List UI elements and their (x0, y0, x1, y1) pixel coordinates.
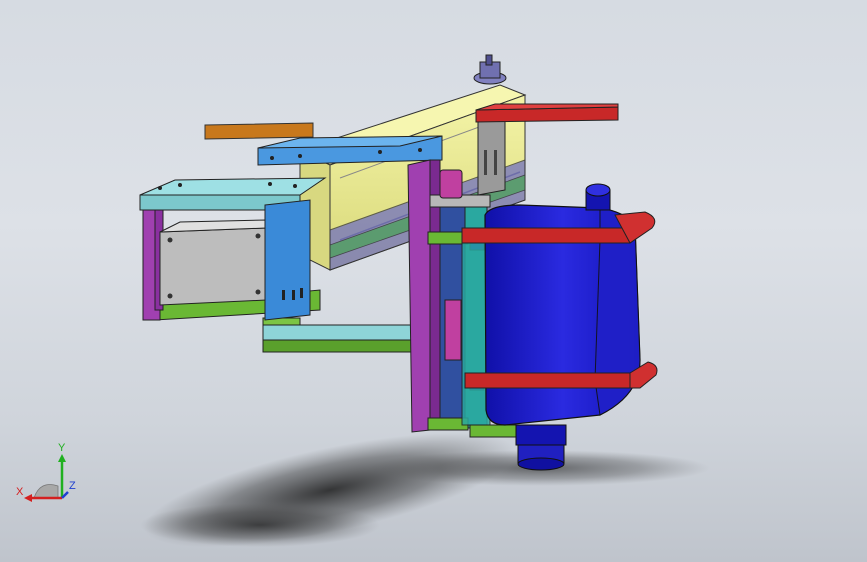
triad-base (33, 484, 59, 499)
triad-x-label: X (16, 486, 24, 498)
hanger-bracket[interactable] (477, 114, 506, 196)
orientation-triad[interactable]: X Y Z (12, 440, 82, 510)
rail-end-knob[interactable] (473, 54, 507, 85)
triad-z-label: Z (69, 480, 76, 492)
triad-graphic (24, 454, 69, 502)
cad-model-canvas[interactable] (0, 0, 867, 562)
blue-top-plate[interactable] (257, 135, 443, 166)
blue-tank[interactable] (484, 183, 641, 426)
x-axis-arrow (24, 494, 32, 502)
blue-vertical-plate[interactable] (264, 199, 311, 321)
motor-block[interactable] (159, 219, 267, 306)
triad-y-label: Y (58, 442, 66, 454)
orange-brace[interactable] (204, 122, 314, 140)
ground-shadow (140, 433, 710, 547)
y-axis-arrow (58, 454, 66, 462)
cad-viewport[interactable]: X Y Z (0, 0, 867, 562)
tank-outlet[interactable] (515, 424, 567, 471)
carriage-block[interactable] (439, 169, 463, 199)
top-red-clamp[interactable] (475, 103, 619, 123)
